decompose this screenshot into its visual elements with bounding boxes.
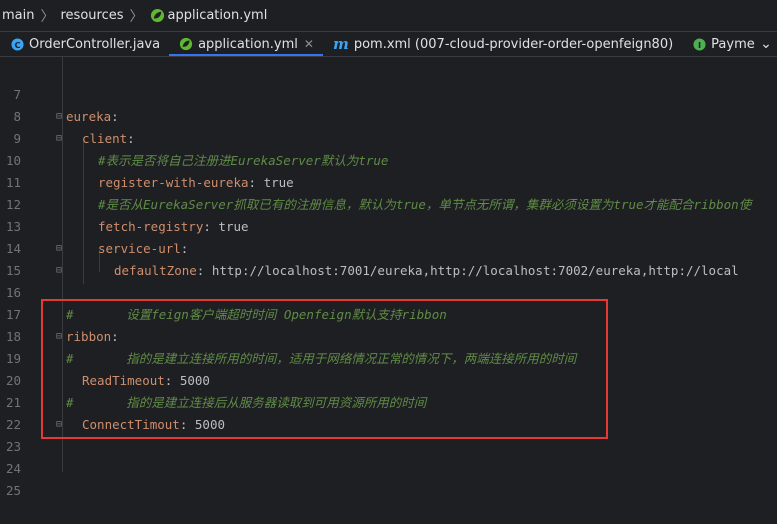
yaml-key: defaultZone [114, 263, 197, 278]
yaml-key: service-url [98, 241, 181, 256]
maven-icon: m [332, 35, 349, 53]
code-line: 7 [0, 62, 777, 102]
highlight-annotation-box [41, 299, 608, 439]
yaml-comment: #是否从EurekaServer抓取已有的注册信息，默认为true，单节点无所谓… [98, 197, 752, 212]
tab-pom-xml[interactable]: m pom.xml (007-cloud-provider-order-open… [323, 32, 682, 56]
tab-label: pom.xml (007-cloud-provider-order-openfe… [353, 36, 674, 52]
breadcrumb: main 〉 resources 〉 application.yml [0, 0, 777, 32]
chevron-right-icon: 〉 [129, 8, 144, 25]
yaml-separator: : [111, 109, 119, 124]
yaml-separator: : [248, 175, 264, 190]
svg-text:I: I [698, 39, 701, 49]
code-line: 24 [0, 436, 777, 476]
code-line: 15 ⊟ service-url: [0, 238, 777, 278]
editor-tab-bar: C OrderController.java application.yml ✕… [0, 32, 777, 57]
yaml-value: http://localhost:7001/eureka,http://loca… [211, 263, 739, 278]
java-class-icon: C [10, 37, 24, 51]
code-line: 10 ⊟ client: [0, 128, 777, 168]
yaml-key: eureka [66, 109, 112, 124]
yaml-key: client [82, 131, 128, 146]
code-line: 16 ⊟ defaultZone: http://localhost:7001/… [0, 260, 777, 300]
code-line: 25 [0, 458, 777, 498]
code-line: 9 ⊟ eureka: [0, 106, 777, 146]
code-line: 12 register-with-eureka: true [0, 172, 777, 212]
yaml-separator: : [203, 219, 219, 234]
yaml-separator: : [180, 241, 189, 256]
spring-leaf-icon [179, 37, 193, 51]
fold-collapse-icon[interactable]: ⊟ [56, 244, 66, 254]
breadcrumb-item-resources[interactable]: resources [58, 8, 125, 23]
fold-collapse-icon[interactable]: ⊟ [56, 112, 66, 122]
line-number: 25 [5, 483, 21, 498]
interface-icon: I [692, 37, 706, 51]
tab-label: application.yml [198, 36, 298, 52]
svg-text:C: C [14, 39, 20, 49]
yaml-comment: #表示是否将自己注册进EurekaServer默认为true [98, 153, 389, 168]
tab-application-yml[interactable]: application.yml ✕ [169, 32, 323, 56]
breadcrumb-item-main[interactable]: main [0, 8, 36, 23]
chevron-right-icon: 〉 [40, 8, 55, 25]
code-line: 14 fetch-registry: true [0, 216, 777, 256]
spring-leaf-icon [150, 8, 164, 23]
code-line: 13 #是否从EurekaServer抓取已有的注册信息，默认为true，单节点… [0, 194, 777, 234]
code-line: 8 [0, 84, 777, 124]
yaml-separator: : [196, 263, 212, 278]
breadcrumb-file-label: application.yml [167, 8, 268, 23]
fold-collapse-icon[interactable]: ⊟ [56, 134, 66, 144]
chevron-down-icon[interactable]: ⌄ [755, 32, 777, 56]
tab-ordercontroller[interactable]: C OrderController.java [0, 32, 169, 56]
code-line: 11 #表示是否将自己注册进EurekaServer默认为true [0, 150, 777, 190]
yaml-value: true [218, 219, 249, 234]
yaml-key: fetch-registry [98, 219, 204, 234]
yaml-separator: : [127, 131, 135, 146]
close-icon[interactable]: ✕ [304, 37, 314, 51]
yaml-value: true [263, 175, 294, 190]
breadcrumb-item-file[interactable]: application.yml [148, 8, 270, 23]
fold-end-icon[interactable]: ⊟ [56, 266, 66, 276]
code-editor[interactable]: 7 8 9 ⊟ eureka: 10 ⊟ client: 11 #表示是否将自己… [0, 57, 777, 498]
yaml-key: register-with-eureka [98, 175, 249, 190]
tab-label: OrderController.java [29, 36, 161, 52]
